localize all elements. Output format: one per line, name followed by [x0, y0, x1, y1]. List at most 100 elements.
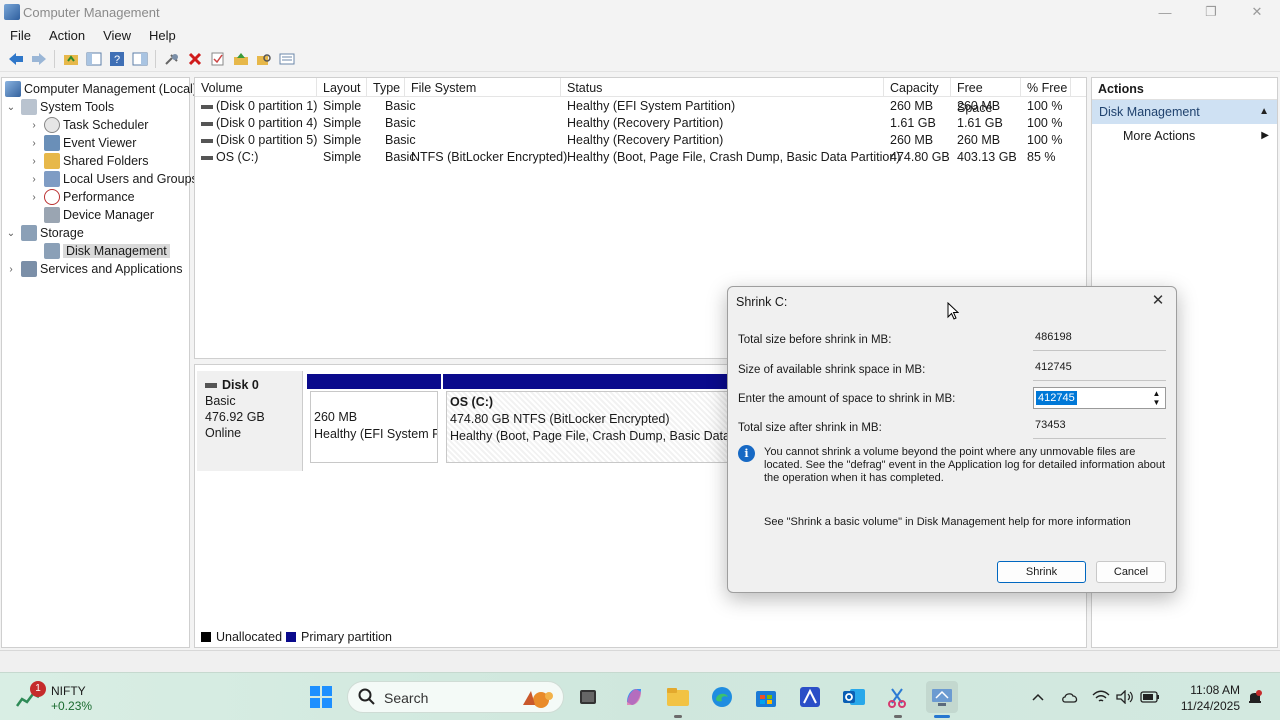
task-view-icon — [580, 690, 596, 704]
table-row[interactable]: (Disk 0 partition 4) Simple Basic Health… — [195, 115, 1086, 132]
actions-disk-management[interactable]: Disk Management ▲ — [1092, 100, 1277, 124]
forward-arrow-icon[interactable] — [29, 49, 49, 69]
disk-type: Basic — [205, 394, 236, 408]
column-status[interactable]: Status — [561, 78, 884, 97]
legend-primary-swatch — [286, 632, 297, 642]
legend-primary-label: Primary partition — [301, 630, 393, 644]
battery-button[interactable] — [1138, 681, 1162, 713]
column-free-space[interactable]: Free Space — [951, 78, 1021, 115]
more-actions[interactable]: More Actions ▶ — [1092, 124, 1277, 148]
export-icon[interactable] — [231, 49, 251, 69]
menu-file[interactable]: File — [0, 28, 39, 43]
menu-view[interactable]: View — [93, 28, 139, 43]
cell-file-system — [405, 115, 411, 132]
tree-item-event-viewer[interactable]: › Event Viewer — [28, 134, 136, 152]
snipping-tool-button[interactable] — [882, 681, 914, 713]
edge-button[interactable] — [706, 681, 738, 713]
disk-management-icon — [44, 243, 60, 259]
volume-button[interactable] — [1114, 681, 1136, 713]
chevron-down-icon[interactable]: ⌄ — [5, 228, 17, 239]
chevron-right-icon[interactable]: › — [28, 156, 40, 167]
list-view-icon[interactable] — [277, 49, 297, 69]
restore-button[interactable]: ❐ — [1188, 0, 1234, 24]
check-icon[interactable] — [208, 49, 228, 69]
column-percent-free[interactable]: % Free — [1021, 78, 1071, 97]
properties-pane-icon[interactable] — [130, 49, 150, 69]
spin-up-icon[interactable]: ▲ — [1153, 389, 1161, 398]
stock-widget[interactable]: 1 NIFTY +0.23% — [16, 681, 116, 713]
shrink-amount-input[interactable]: 412745 ▲ ▼ — [1033, 387, 1166, 409]
tree-item-shared-folders[interactable]: › Shared Folders — [28, 152, 148, 170]
task-view-button[interactable] — [572, 681, 604, 713]
computer-management-taskbar-icon — [932, 689, 952, 706]
tree-item-system-tools[interactable]: ⌄ System Tools — [5, 98, 114, 116]
back-arrow-icon[interactable] — [6, 49, 26, 69]
disk-0-info[interactable]: Disk 0 Basic 476.92 GB Online — [197, 371, 303, 471]
partition-os-body: OS (C:) 474.80 GB NTFS (BitLocker Encryp… — [446, 391, 730, 463]
tree-item-disk-management[interactable]: Disk Management — [44, 242, 170, 260]
wifi-button[interactable] — [1090, 681, 1112, 713]
partition-efi[interactable]: 260 MB Healthy (EFI System Pa — [307, 374, 441, 466]
table-row[interactable]: (Disk 0 partition 1) Simple Basic Health… — [195, 98, 1086, 115]
tree-item-services[interactable]: › Services and Applications — [5, 260, 182, 278]
taskbar: 1 NIFTY +0.23% Search 11:08 AM 11/24/202… — [0, 672, 1280, 720]
partition-os[interactable]: OS (C:) 474.80 GB NTFS (BitLocker Encryp… — [443, 374, 733, 466]
console-tree-icon[interactable] — [84, 49, 104, 69]
shrink-button[interactable]: Shrink — [997, 561, 1086, 583]
chevron-down-icon[interactable]: ⌄ — [5, 102, 17, 113]
menu-action[interactable]: Action — [39, 28, 93, 43]
column-file-system[interactable]: File System — [405, 78, 561, 97]
dialog-close-icon[interactable]: ✕ — [1150, 293, 1166, 309]
tree-item-local-users[interactable]: › Local Users and Groups — [28, 170, 198, 188]
notifications-button[interactable] — [1244, 681, 1266, 713]
minimize-button[interactable]: — — [1142, 0, 1188, 24]
app-button[interactable] — [794, 681, 826, 713]
store-button[interactable] — [750, 681, 782, 713]
taskbar-search[interactable]: Search — [347, 681, 564, 713]
connect-icon[interactable] — [162, 49, 182, 69]
chevron-right-icon[interactable]: › — [28, 138, 40, 149]
chevron-right-icon[interactable]: › — [5, 264, 17, 275]
computer-icon — [5, 81, 21, 97]
outlook-button[interactable] — [838, 681, 870, 713]
table-row[interactable]: (Disk 0 partition 5) Simple Basic Health… — [195, 132, 1086, 149]
computer-management-taskbar-button[interactable] — [926, 681, 958, 713]
column-capacity[interactable]: Capacity — [884, 78, 951, 97]
tree-item-task-scheduler[interactable]: › Task Scheduler — [28, 116, 148, 134]
shrink-amount-spinner[interactable]: ▲ ▼ — [1149, 389, 1164, 407]
start-button[interactable] — [305, 681, 337, 713]
table-row[interactable]: OS (C:) Simple Basic NTFS (BitLocker Enc… — [195, 149, 1086, 166]
running-indicator — [894, 715, 902, 718]
collapse-up-icon[interactable]: ▲ — [1259, 100, 1269, 124]
stock-change: +0.23% — [51, 699, 93, 713]
menu-help[interactable]: Help — [139, 28, 184, 43]
column-layout[interactable]: Layout — [317, 78, 367, 97]
file-explorer-button[interactable] — [662, 681, 694, 713]
spin-down-icon[interactable]: ▼ — [1153, 398, 1161, 407]
help-icon[interactable]: ? — [107, 49, 127, 69]
delete-icon[interactable] — [185, 49, 205, 69]
column-volume[interactable]: Volume — [195, 78, 317, 97]
tree-item-performance[interactable]: › Performance — [28, 188, 135, 206]
cell-volume: (Disk 0 partition 1) — [195, 98, 317, 115]
cancel-button[interactable]: Cancel — [1096, 561, 1166, 583]
up-folder-icon[interactable] — [61, 49, 81, 69]
disk-icon — [205, 382, 217, 388]
running-indicator — [674, 715, 682, 718]
find-icon[interactable] — [254, 49, 274, 69]
chevron-right-icon[interactable]: › — [28, 174, 40, 185]
copilot-button[interactable] — [618, 681, 650, 713]
tree-item-computer-management[interactable]: Computer Management (Local) — [5, 80, 197, 98]
system-clock[interactable]: 11:08 AM 11/24/2025 — [1170, 682, 1240, 714]
chevron-right-icon[interactable]: › — [28, 192, 40, 203]
close-button[interactable]: ✕ — [1234, 0, 1280, 24]
volume-name: (Disk 0 partition 4) — [216, 116, 318, 130]
show-hidden-icons-button[interactable] — [1028, 681, 1048, 713]
toolbar-separator — [54, 49, 55, 68]
tree-item-device-manager[interactable]: Device Manager — [44, 206, 154, 224]
chevron-right-icon[interactable]: › — [28, 120, 40, 131]
onedrive-button[interactable] — [1058, 681, 1082, 713]
tree-item-storage[interactable]: ⌄ Storage — [5, 224, 84, 242]
edge-icon — [712, 687, 732, 707]
column-type[interactable]: Type — [367, 78, 405, 97]
